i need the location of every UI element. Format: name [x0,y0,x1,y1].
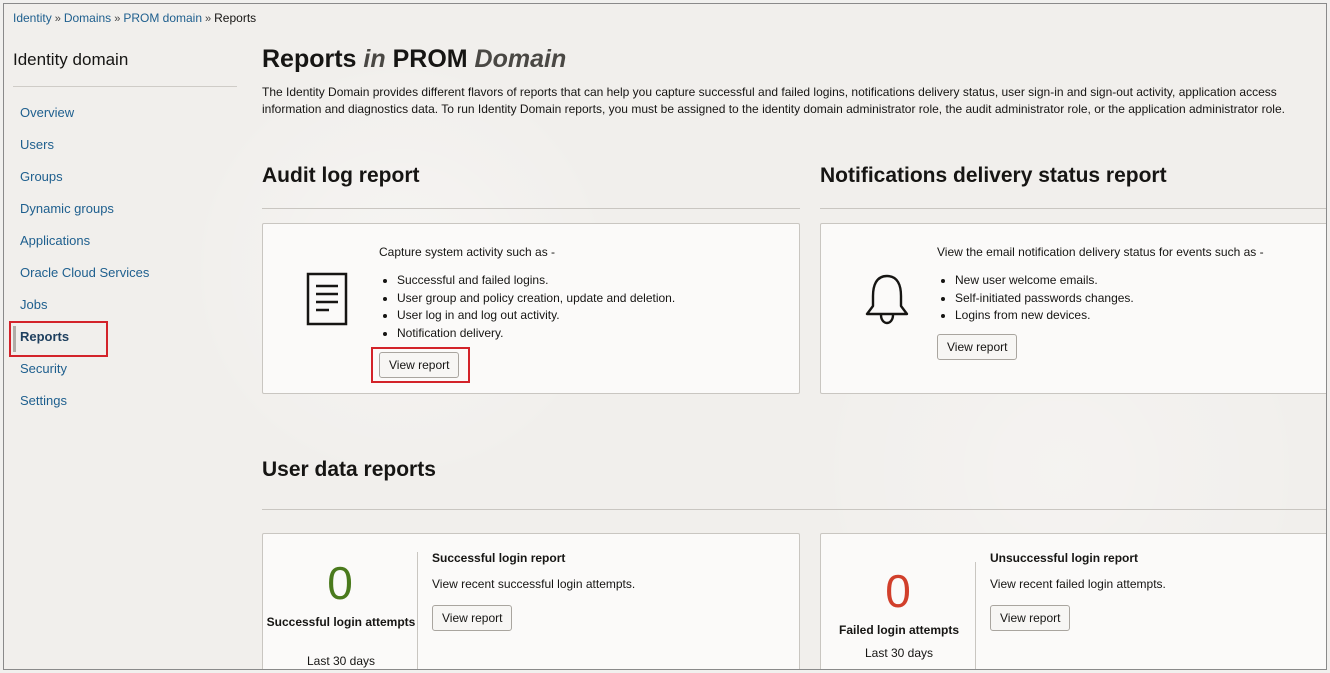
failed-login-report-desc: View recent failed login attempts. [990,577,1166,591]
view-report-highlight-box [371,347,470,383]
notifications-bullet-list: New user welcome emails. Self-initiated … [937,272,1134,325]
page-title-prefix: Reports [262,45,357,73]
sidebar-item-overview[interactable]: Overview [20,104,149,136]
breadcrumb-domains[interactable]: Domains [64,11,111,25]
sidebar-title: Identity domain [13,50,129,69]
sidebar-item-settings[interactable]: Settings [20,392,149,424]
page-title: Reports in PROM Domain [262,45,566,74]
list-item: New user welcome emails. [955,272,1134,290]
successful-login-period: Last 30 days [306,654,376,668]
sidebar-item-oracle-cloud-services[interactable]: Oracle Cloud Services [20,264,149,296]
failed-login-report-title: Unsuccessful login report [990,551,1139,565]
document-icon [305,272,349,331]
breadcrumb-current: Reports [214,11,257,25]
successful-login-card: 0 Successful login attempts Last 30 days… [262,533,800,669]
page-title-in: in [363,45,386,73]
audit-section-divider [262,208,800,209]
app-frame: Identity» Domains» PROM domain» Reports Ide… [3,3,1327,670]
notifications-lead-text: View the email notification delivery sta… [937,245,1264,259]
audit-report-card: Capture system activity such as - Succes… [262,223,800,394]
page-title-name: PROM [392,45,468,73]
audit-section-title: Audit log report [262,164,420,187]
user-data-section-divider [262,509,1326,510]
list-item: Notification delivery. [397,325,675,343]
list-item: Successful and failed logins. [397,272,675,290]
audit-lead-text: Capture system activity such as - [379,245,556,259]
notifications-report-card: View the email notification delivery sta… [820,223,1326,394]
page-title-suffix: Domain [474,45,567,73]
sidebar-item-groups[interactable]: Groups [20,168,149,200]
failed-login-label: Failed login attempts [838,623,959,637]
user-data-section-title: User data reports [262,458,436,481]
list-item: Self-initiated passwords changes. [955,290,1134,308]
list-item: Logins from new devices. [955,307,1134,325]
successful-login-report-desc: View recent successful login attempts. [432,577,636,591]
reports-highlight-box [9,321,108,357]
sidebar-item-users[interactable]: Users [20,136,149,168]
notifications-section-divider [820,208,1326,209]
list-item: User group and policy creation, update a… [397,290,675,308]
notifications-section-title: Notifications delivery status report [820,164,1167,187]
audit-bullet-list: Successful and failed logins. User group… [379,272,675,342]
bell-icon [864,272,910,331]
sidebar-item-applications[interactable]: Applications [20,232,149,264]
breadcrumb-separator: » [54,13,61,25]
successful-login-report-title: Successful login report [432,551,566,565]
failed-login-count: 0 [885,565,911,617]
failed-login-view-report-button[interactable]: View report [990,605,1071,631]
successful-login-view-report-button[interactable]: View report [432,605,513,631]
sidebar-divider [13,86,237,87]
sidebar-nav: Overview Users Groups Dynamic groups App… [20,104,149,424]
sidebar-item-dynamic-groups[interactable]: Dynamic groups [20,200,149,232]
list-item: User log in and log out activity. [397,307,675,325]
breadcrumb-separator: » [205,13,212,25]
card-divider [417,552,418,669]
notifications-view-report-button[interactable]: View report [937,334,1018,360]
page-intro: The Identity Domain provides different f… [262,85,1285,116]
failed-login-period: Last 30 days [864,646,934,660]
breadcrumb-identity[interactable]: Identity [13,11,52,25]
card-divider [975,562,976,669]
successful-login-label: Successful login attempts [266,615,416,629]
sidebar-item-security[interactable]: Security [20,360,149,392]
successful-login-count: 0 [327,557,353,609]
breadcrumb-prom-domain[interactable]: PROM domain [123,11,202,25]
breadcrumb-separator: » [114,13,121,25]
breadcrumb: Identity» Domains» PROM domain» Reports [13,11,256,25]
failed-login-card: 0 Failed login attempts Last 30 days Uns… [820,533,1326,669]
